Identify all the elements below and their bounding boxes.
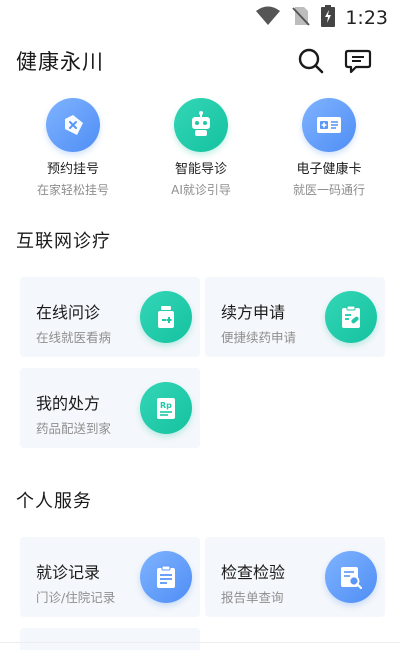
card-lab-tests[interactable]: 检查检验 报告单查询 (205, 537, 385, 617)
status-time: 1:23 (345, 7, 388, 29)
health-card-icon (317, 117, 341, 133)
quick-action-sub: 就医一码通行 (292, 183, 365, 197)
card-title: 我的处方 (36, 394, 101, 413)
card-title: 就诊记录 (36, 563, 101, 582)
card-icon-circle (140, 291, 192, 343)
status-bar: 1:23 (0, 0, 400, 36)
report-search-icon (341, 567, 363, 590)
card-prescription-renewal[interactable]: 续方申请 便捷续药申请 (205, 277, 385, 357)
card-subtitle: 门诊/住院记录 (36, 590, 116, 605)
card-my-prescription[interactable]: 我的处方 药品配送到家 Rp (20, 368, 200, 448)
card-visit-records[interactable]: 就诊记录 门诊/住院记录 (20, 537, 200, 617)
next-card-peek (20, 628, 200, 650)
card-subtitle: 便捷续药申请 (221, 330, 297, 345)
card-subtitle: 药品配送到家 (36, 421, 112, 436)
card-icon-circle (140, 551, 192, 603)
medicine-bottle-icon (158, 306, 174, 328)
smart-guide-icon-circle (174, 98, 228, 152)
search-icon (298, 48, 324, 74)
quick-action-smart-guide[interactable]: 智能导诊 AI就诊引导 (141, 98, 261, 198)
section-title-internet-diagnosis: 互联网诊疗 (16, 231, 111, 252)
card-icon-circle (325, 291, 377, 343)
card-subtitle: 在线就医看病 (36, 330, 112, 345)
message-button[interactable] (341, 44, 375, 78)
no-sim-icon (291, 5, 311, 31)
status-icons: 1:23 (255, 5, 388, 31)
card-online-consultation[interactable]: 在线问诊 在线就医看病 (20, 277, 200, 357)
card-icon-circle: Rp (140, 382, 192, 434)
card-subtitle: 报告单查询 (221, 590, 284, 605)
card-title: 续方申请 (221, 303, 286, 322)
bottom-divider (0, 642, 400, 643)
quick-action-sub: 在家轻松挂号 (36, 183, 109, 197)
health-card-icon-circle (302, 98, 356, 152)
clipboard-pill-icon (342, 305, 360, 328)
ticket-icon (65, 115, 83, 135)
section-title-personal-services: 个人服务 (16, 491, 92, 512)
quick-action-label: 电子健康卡 (296, 162, 362, 177)
app-header: 健康永川 (0, 42, 400, 82)
appointment-icon-circle (46, 98, 100, 152)
card-title: 检查检验 (221, 563, 286, 582)
robot-icon (192, 111, 210, 136)
quick-actions: 预约挂号 在家轻松挂号 智能导诊 AI就诊引导 电子健康卡 就医一码通行 (0, 98, 400, 208)
wifi-icon (255, 6, 281, 30)
card-title: 在线问诊 (36, 303, 101, 322)
quick-action-sub: AI就诊引导 (171, 183, 231, 197)
svg-text:Rp: Rp (160, 401, 172, 410)
search-button[interactable] (294, 44, 328, 78)
quick-action-health-card[interactable]: 电子健康卡 就医一码通行 (269, 98, 389, 198)
records-icon (157, 565, 175, 588)
battery-charging-icon (321, 5, 336, 31)
card-icon-circle (325, 551, 377, 603)
prescription-icon: Rp (157, 398, 175, 419)
quick-action-label: 智能导诊 (174, 162, 227, 177)
app-title: 健康永川 (16, 50, 104, 74)
quick-action-label: 预约挂号 (46, 162, 99, 177)
message-icon (344, 49, 372, 74)
quick-action-appointment[interactable]: 预约挂号 在家轻松挂号 (13, 98, 133, 198)
